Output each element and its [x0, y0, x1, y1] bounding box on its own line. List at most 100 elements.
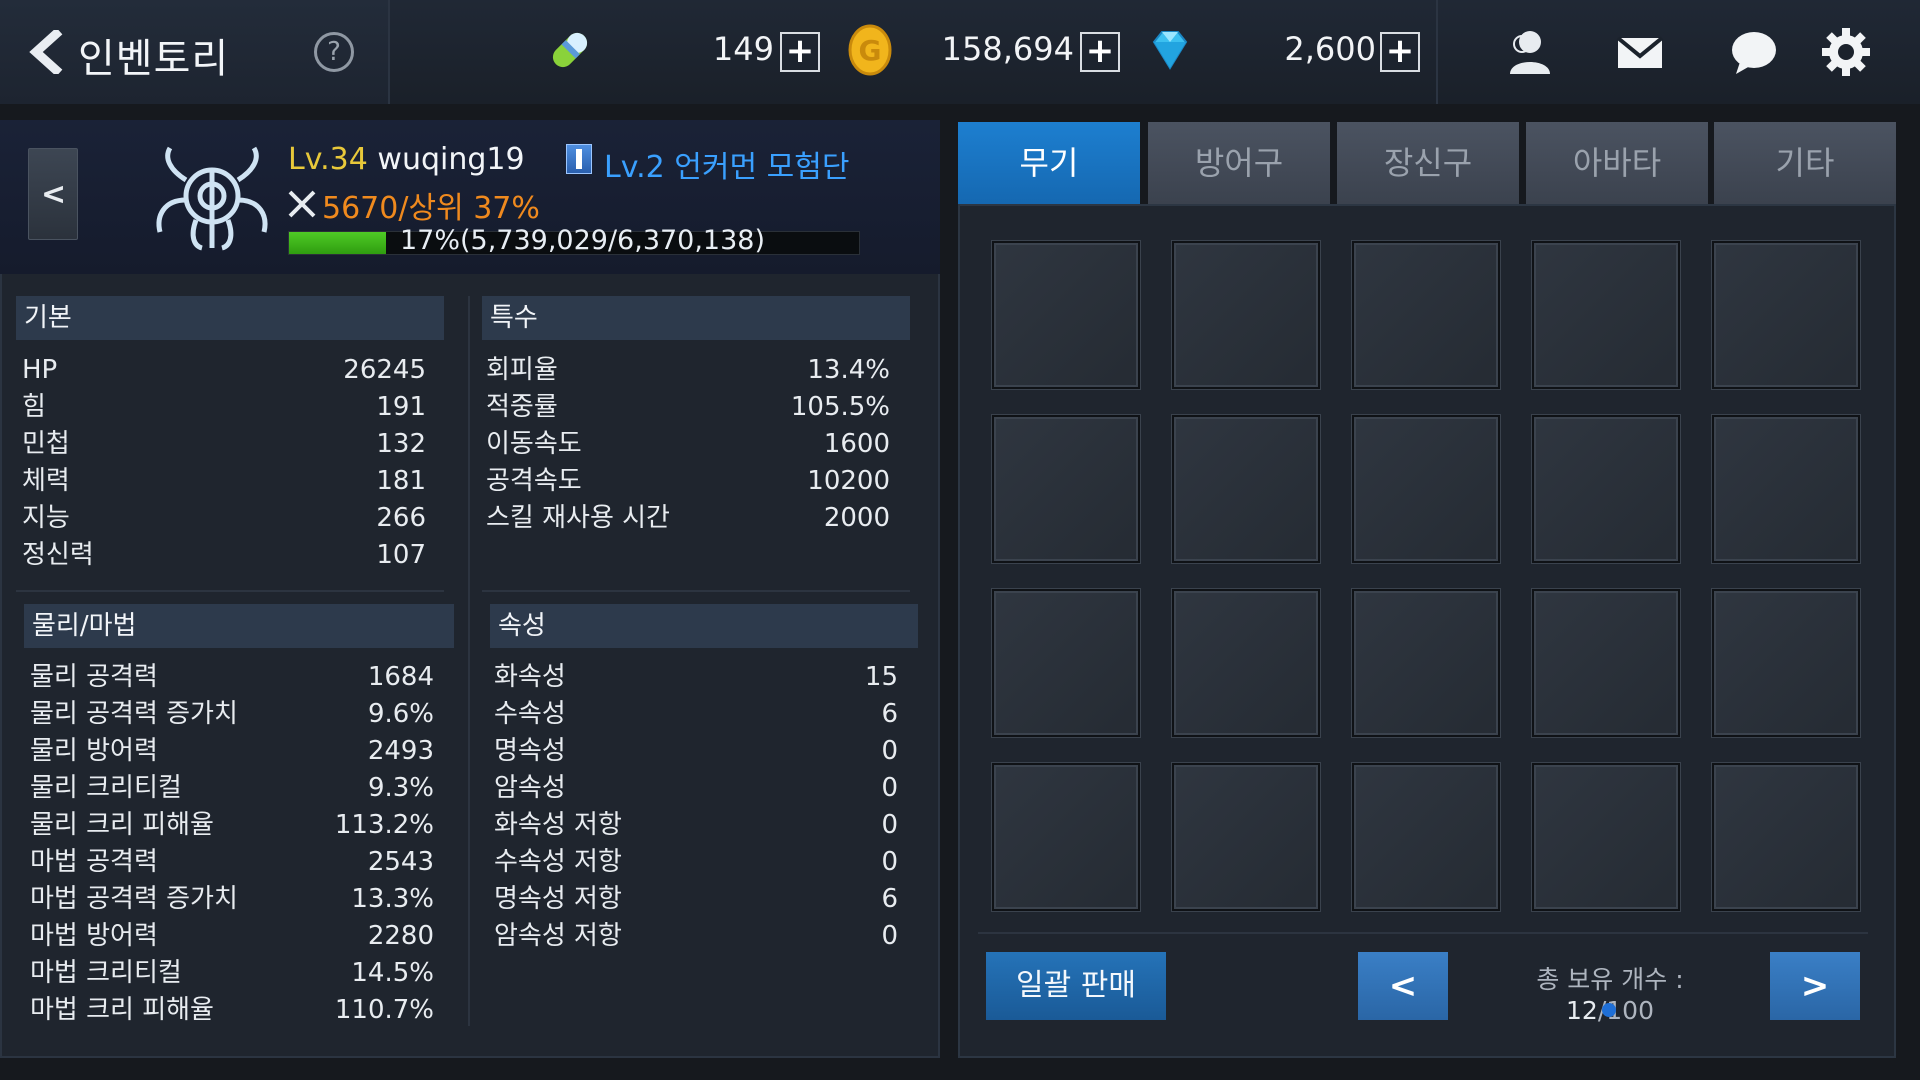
mail-icon[interactable] [1612, 24, 1668, 80]
inventory-slot[interactable] [1532, 241, 1680, 389]
stat-label: 물리 공격력 [30, 662, 158, 692]
element-stats-list: 화속성 15 수속성 6 명속성 0 암속성 0 화속성 저항 0 수속성 저항 0 명속성… [494, 659, 898, 955]
inventory-slot[interactable] [1712, 415, 1860, 563]
inventory-slot[interactable] [1712, 763, 1860, 911]
stat-row: 수속성 저항 0 [494, 844, 898, 881]
svg-text:G: G [859, 34, 882, 67]
special-stats-list: 회피율 13.4% 적중률 105.5% 이동속도 1600 공격속도 10200 스킬… [486, 352, 890, 537]
stat-label: 회피율 [486, 355, 558, 385]
stat-label: 화속성 저항 [494, 810, 622, 840]
inventory-slot[interactable] [1532, 763, 1680, 911]
stat-row: 암속성 0 [494, 770, 898, 807]
inventory-slot[interactable] [1352, 415, 1500, 563]
prev-character-button[interactable]: < [28, 148, 78, 240]
inventory-slot[interactable] [1172, 763, 1320, 911]
stat-label: 수속성 저항 [494, 847, 622, 877]
stat-label: 암속성 저항 [494, 921, 622, 951]
column-divider [468, 296, 470, 1026]
prev-page-button[interactable]: < [1358, 952, 1448, 1020]
inventory-slot[interactable] [1712, 589, 1860, 737]
stat-row: 명속성 저항 6 [494, 881, 898, 918]
stat-label: 민첩 [22, 429, 70, 459]
tab-accessory[interactable]: 장신구 [1337, 122, 1519, 204]
power-rank: 상위 37% [408, 191, 540, 226]
stat-value: 13.3% [351, 884, 434, 914]
stat-value: 107 [376, 540, 426, 570]
settings-icon[interactable] [1818, 24, 1874, 80]
inventory-slot[interactable] [992, 415, 1140, 563]
next-page-button[interactable]: > [1770, 952, 1860, 1020]
stat-value: 2000 [823, 503, 890, 533]
stat-row: 지능 266 [22, 500, 426, 537]
stat-row: 암속성 저항 0 [494, 918, 898, 955]
inventory-slot[interactable] [992, 241, 1140, 389]
inventory-slot[interactable] [1172, 415, 1320, 563]
stat-value: 9.6% [367, 699, 434, 729]
tab-other[interactable]: 기타 [1714, 122, 1896, 204]
stat-label: 명속성 [494, 736, 566, 766]
stat-label: 힘 [22, 392, 46, 422]
stat-value: 1600 [823, 429, 890, 459]
stat-value: 2280 [367, 921, 434, 951]
gold-coin-icon: G [840, 20, 900, 80]
help-icon[interactable]: ? [314, 32, 354, 72]
stat-row: 체력 181 [22, 463, 426, 500]
guild-name[interactable]: Lv.2 언커먼 모험단 [604, 142, 849, 186]
inventory-slot[interactable] [1532, 415, 1680, 563]
diamond-count: 2,600 [1284, 30, 1376, 68]
stat-row: HP 26245 [22, 352, 426, 389]
stat-row: 물리 크리티컬 9.3% [30, 770, 434, 807]
energy-add-button[interactable]: + [780, 32, 820, 72]
tab-avatar[interactable]: 아바타 [1526, 122, 1708, 204]
inventory-slot[interactable] [992, 763, 1140, 911]
physmag-stats-header: 물리/마법 [24, 604, 454, 648]
stat-label: 적중률 [486, 392, 558, 422]
stat-value: 10200 [807, 466, 890, 496]
guild-flag-icon [566, 144, 592, 174]
stat-label: 물리 공격력 증가치 [30, 699, 238, 729]
stat-value: 13.4% [807, 355, 890, 385]
item-count-label: 총 보유 개수 : [1536, 965, 1684, 994]
special-stats-header: 특수 [482, 296, 910, 340]
stat-row: 회피율 13.4% [486, 352, 890, 389]
stat-row: 화속성 15 [494, 659, 898, 696]
tab-weapon[interactable]: 무기 [958, 122, 1140, 204]
inventory-slot[interactable] [1352, 589, 1500, 737]
stat-value: 0 [881, 810, 898, 840]
energy-count: 149 [712, 30, 774, 68]
stat-row: 수속성 6 [494, 696, 898, 733]
stat-label: 체력 [22, 466, 70, 496]
inventory-slot[interactable] [1172, 241, 1320, 389]
chat-icon[interactable] [1726, 24, 1782, 80]
stat-value: 266 [376, 503, 426, 533]
stat-value: 2493 [367, 736, 434, 766]
stat-value: 105.5% [790, 392, 890, 422]
stat-value: 1684 [367, 662, 434, 692]
inventory-slot[interactable] [1532, 589, 1680, 737]
bulk-sell-button[interactable]: 일괄 판매 [986, 952, 1166, 1020]
stat-label: 마법 공격력 증가치 [30, 884, 238, 914]
stat-row: 민첩 132 [22, 426, 426, 463]
stat-value: 110.7% [334, 995, 434, 1025]
inventory-slot[interactable] [1712, 241, 1860, 389]
gold-add-button[interactable]: + [1080, 32, 1120, 72]
friends-icon[interactable] [1502, 24, 1558, 80]
inventory-slot[interactable] [1352, 241, 1500, 389]
stat-row: 마법 공격력 2543 [30, 844, 434, 881]
back-arrow-icon[interactable] [26, 27, 66, 77]
stat-label: 물리 크리 피해율 [30, 810, 214, 840]
stat-row: 정신력 107 [22, 537, 426, 574]
inventory-slot[interactable] [1172, 589, 1320, 737]
stat-value: 132 [376, 429, 426, 459]
element-stats-header: 속성 [490, 604, 918, 648]
inventory-slot[interactable] [1352, 763, 1500, 911]
stat-value: 0 [881, 847, 898, 877]
combat-power: 5670/상위 37% [322, 183, 540, 227]
tab-armor[interactable]: 방어구 [1148, 122, 1330, 204]
stat-row: 마법 크리 피해율 110.7% [30, 992, 434, 1029]
diamond-add-button[interactable]: + [1380, 32, 1420, 72]
inventory-slot[interactable] [992, 589, 1140, 737]
stat-value: 0 [881, 773, 898, 803]
basic-stats-header: 기본 [16, 296, 444, 340]
stat-label: 공격속도 [486, 466, 582, 496]
